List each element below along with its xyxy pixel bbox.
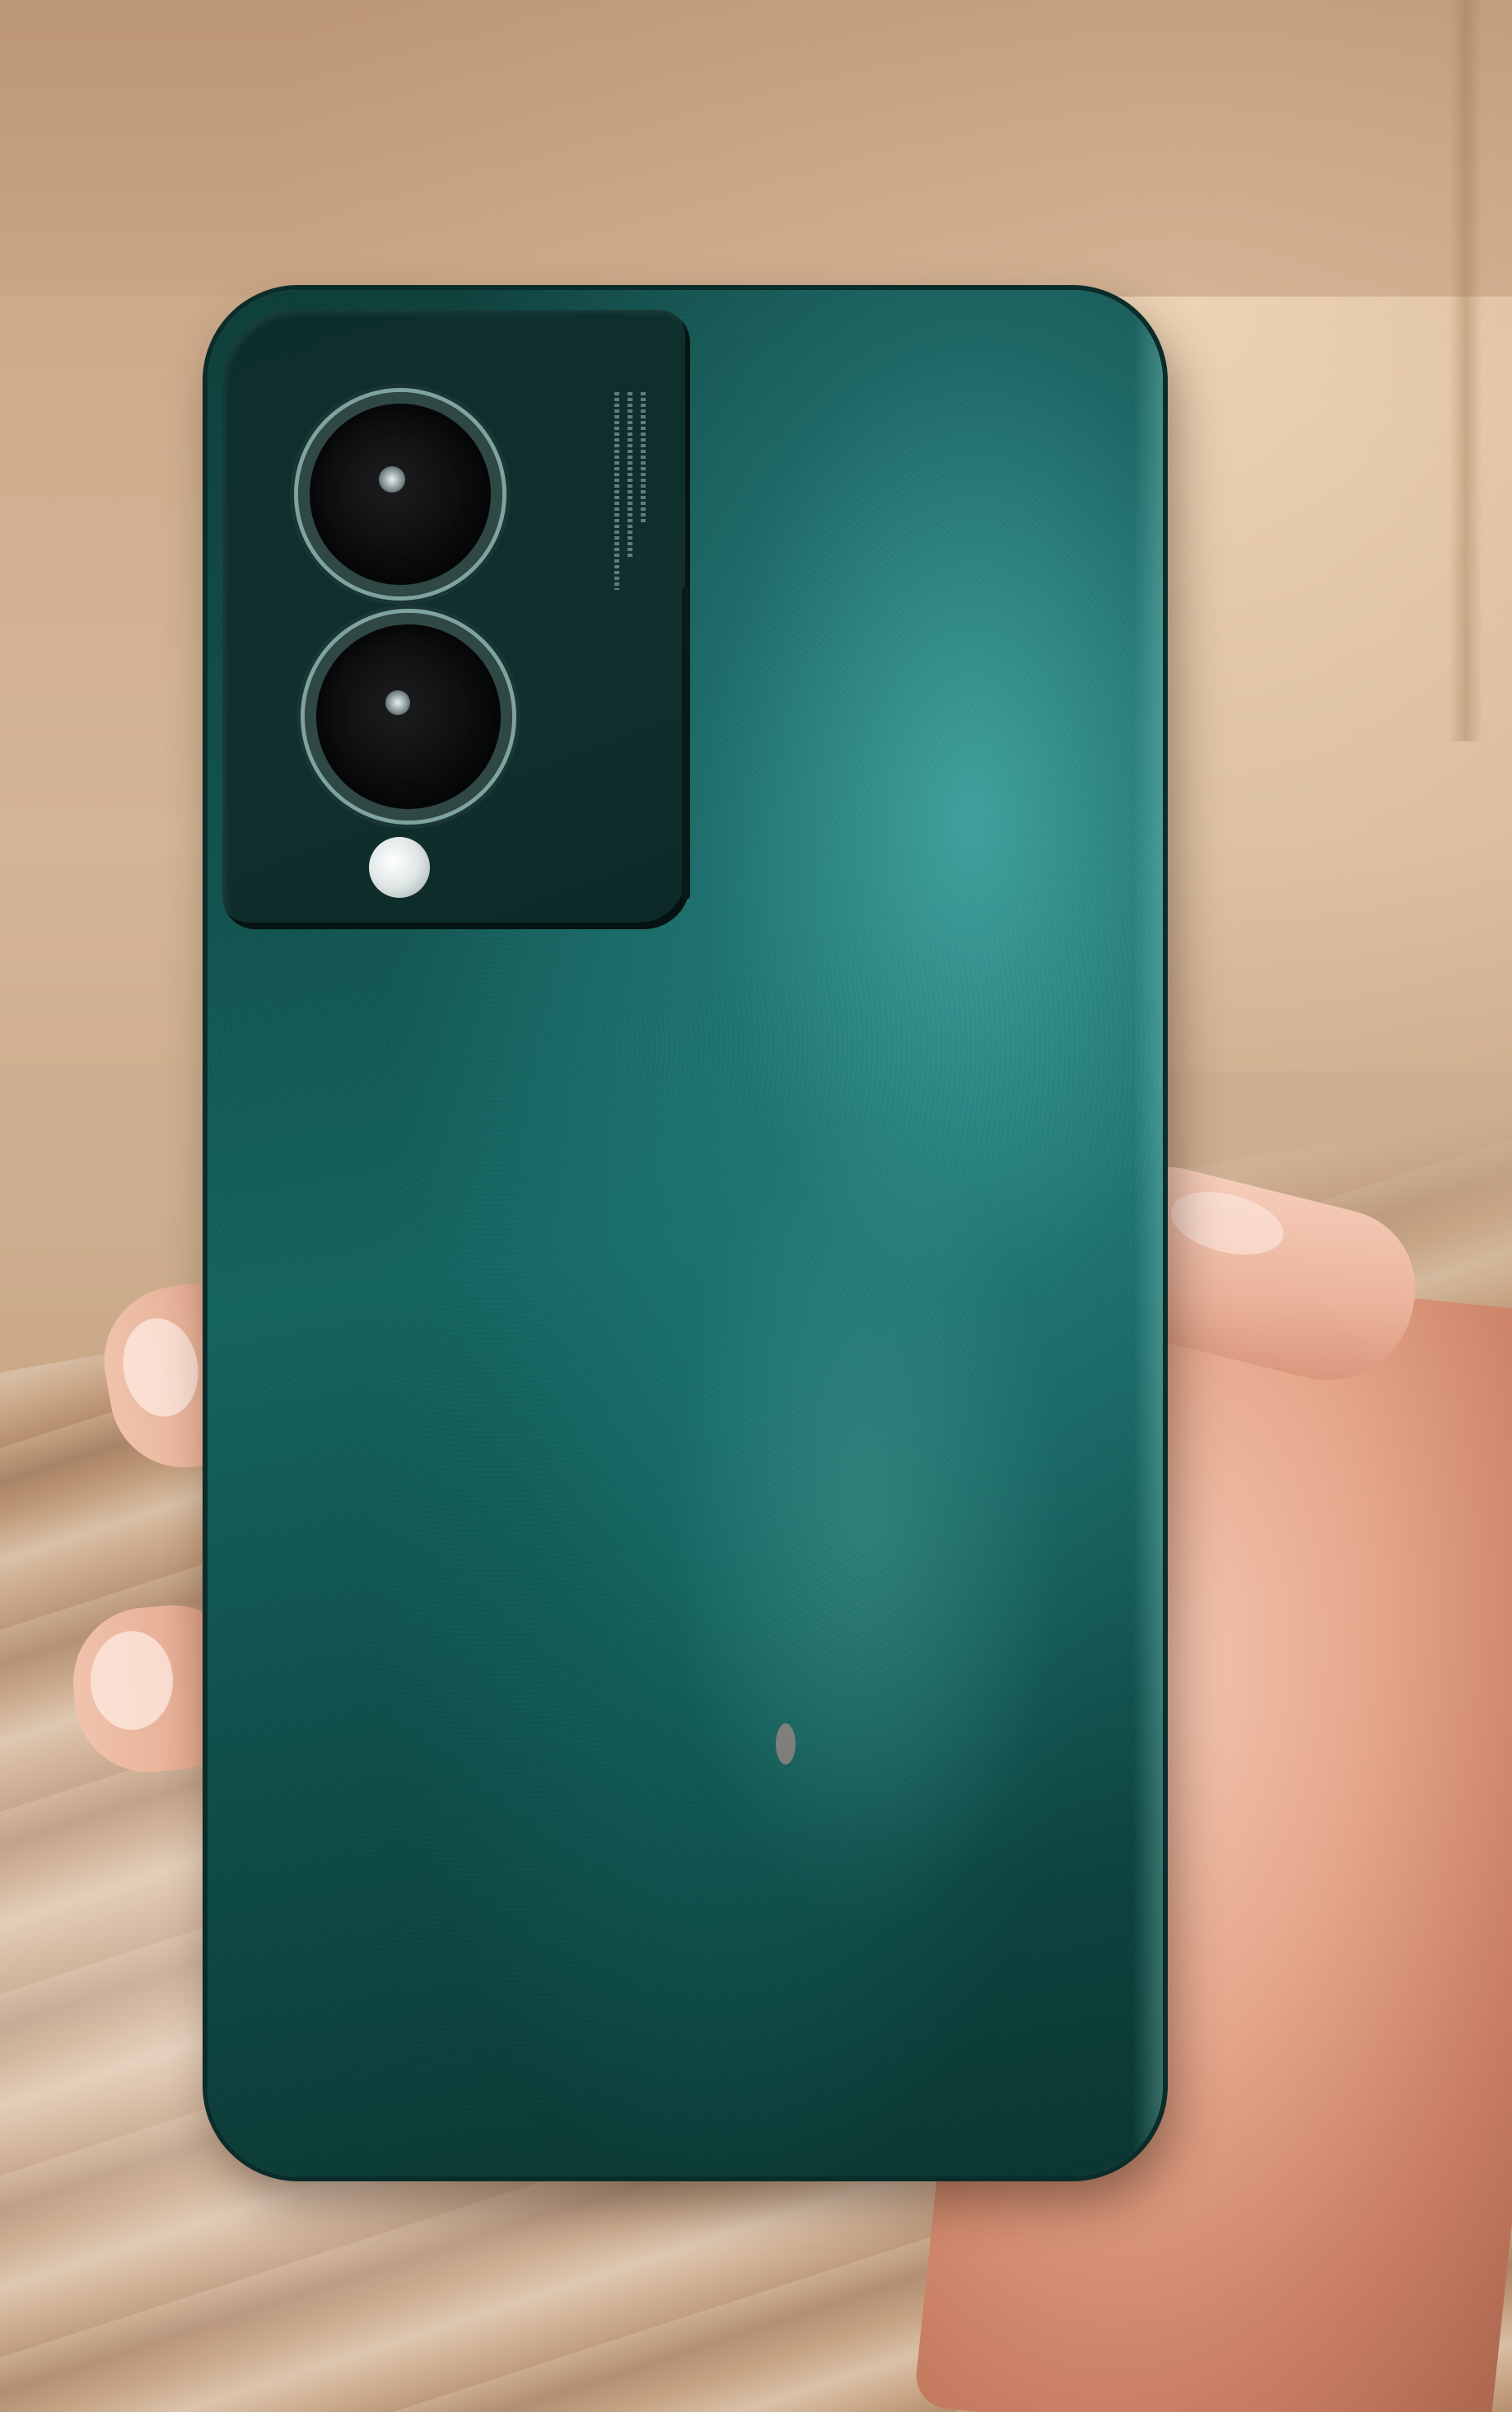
wall-panel xyxy=(0,0,1512,297)
module-edge-groove xyxy=(682,587,690,900)
regulatory-fine-print xyxy=(609,392,659,590)
wall-edge xyxy=(1449,0,1482,741)
phone-back-cover xyxy=(208,290,1163,2176)
phone-side-edge xyxy=(1133,290,1163,2176)
lens-reflection xyxy=(385,690,410,715)
fingernail xyxy=(91,1631,173,1730)
camera-lens-icon xyxy=(298,392,502,596)
flash-icon xyxy=(369,837,430,898)
surface-smudge xyxy=(776,1723,796,1765)
photo-scene xyxy=(0,0,1512,2412)
lens-reflection xyxy=(379,466,405,493)
camera-module xyxy=(222,310,690,929)
camera-lens-icon xyxy=(305,613,512,820)
